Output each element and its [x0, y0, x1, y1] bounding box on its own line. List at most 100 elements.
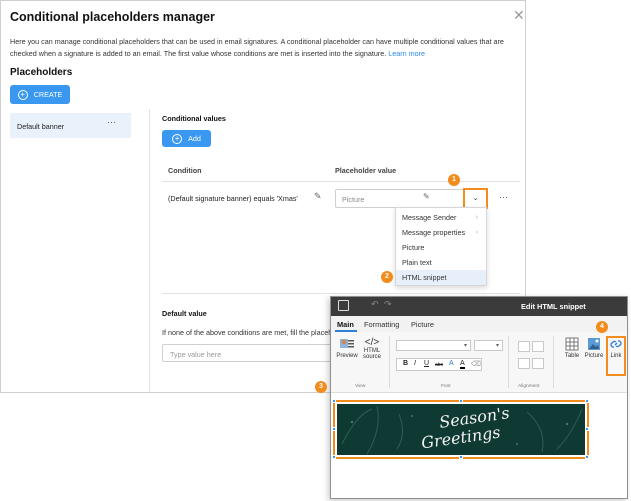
step-badge-3: 3: [315, 381, 327, 393]
menu-item-picture[interactable]: Picture: [396, 240, 486, 255]
value-type-menu: Message Sender › Message properties › Pi…: [395, 207, 487, 286]
picture-label: Picture: [584, 353, 604, 359]
picture-button[interactable]: Picture: [583, 337, 605, 359]
preview-button[interactable]: Preview: [335, 337, 359, 359]
ribbon-separator: [553, 336, 554, 388]
ribbon-separator: [389, 336, 390, 388]
font-size-select[interactable]: ▾: [474, 340, 503, 351]
step-badge-4: 4: [596, 321, 608, 333]
dialog-description: Here you can manage conditional placehol…: [10, 36, 520, 59]
header-divider: [162, 181, 520, 182]
resize-handle[interactable]: [585, 455, 589, 459]
step-badge-1: 1: [448, 174, 460, 186]
font-color-icon[interactable]: A: [460, 360, 465, 369]
tab-formatting[interactable]: Formatting: [364, 320, 399, 329]
font-family-select[interactable]: ▾: [396, 340, 471, 351]
step-badge-2: 2: [381, 271, 393, 283]
group-font-label: Font: [441, 384, 451, 389]
redo-icon[interactable]: ↷: [384, 299, 392, 310]
editor-title: Edit HTML snippet: [521, 302, 586, 311]
description-text: Here you can manage conditional placehol…: [10, 37, 504, 58]
sidebar-item-label: Default banner: [17, 122, 65, 131]
html-source-label: HTML source: [362, 348, 381, 360]
menu-item-html-snippet[interactable]: HTML snippet: [396, 270, 486, 285]
menu-item-plain-text[interactable]: Plain text: [396, 255, 486, 270]
create-button-label: CREATE: [33, 90, 63, 99]
picture-icon: [588, 338, 600, 350]
align-justify-icon[interactable]: [532, 358, 544, 369]
vertical-divider: [149, 109, 150, 394]
sidebar-item-default-banner[interactable]: Default banner ···: [10, 113, 131, 138]
resize-handle[interactable]: [332, 455, 336, 459]
editor-tabs: Main Formatting Picture: [331, 316, 627, 332]
chevron-right-icon: ›: [475, 214, 478, 221]
menu-item-message-properties[interactable]: Message properties ›: [396, 225, 486, 240]
tab-picture[interactable]: Picture: [411, 320, 434, 329]
resize-handle[interactable]: [332, 427, 336, 431]
more-options-icon[interactable]: ···: [107, 117, 116, 127]
text-highlight-icon[interactable]: A: [449, 360, 454, 367]
banner-selection-frame: Season's Greetings: [332, 399, 589, 459]
link-label: Link: [610, 353, 622, 359]
chevron-down-icon: ▾: [463, 343, 467, 349]
table-icon: [565, 337, 579, 351]
default-value-placeholder: Type value here: [170, 350, 222, 359]
conditional-values-heading: Conditional values: [162, 114, 226, 123]
menu-item-label: Picture: [402, 243, 425, 252]
learn-more-link[interactable]: Learn more: [388, 49, 425, 58]
default-value-heading: Default value: [162, 309, 207, 318]
value-type-dropdown[interactable]: ⌄: [463, 188, 488, 209]
ribbon-separator: [508, 336, 509, 388]
placeholders-heading: Placeholders: [10, 67, 73, 78]
resize-handle[interactable]: [332, 399, 336, 403]
bold-icon[interactable]: B: [403, 360, 408, 367]
group-view-label: View: [355, 384, 366, 389]
chevron-down-icon: ▾: [495, 343, 499, 349]
align-left-icon[interactable]: [518, 341, 530, 352]
link-icon: [610, 340, 622, 348]
menu-item-label: Message Sender: [402, 213, 457, 222]
chevron-down-icon: ⌄: [472, 195, 479, 202]
align-center-icon[interactable]: [532, 341, 544, 352]
placeholder-value-field[interactable]: Picture ✎: [335, 189, 466, 208]
code-icon: </>: [364, 337, 380, 348]
ribbon: Preview </> HTML source View ▾ ▾ B I U a…: [331, 332, 627, 393]
menu-item-label: Plain text: [402, 258, 432, 267]
resize-handle[interactable]: [459, 399, 463, 403]
editor-titlebar: ↶ ↷ Edit HTML snippet: [331, 297, 627, 316]
close-icon[interactable]: ✕: [513, 7, 525, 24]
tab-main[interactable]: Main: [337, 320, 354, 329]
html-source-button[interactable]: </> HTML source: [360, 337, 384, 360]
menu-item-label: HTML snippet: [402, 273, 447, 282]
link-button[interactable]: Link: [607, 337, 625, 359]
add-button[interactable]: + Add: [162, 130, 211, 147]
format-toolbar: B I U abc A A ⌫: [396, 358, 482, 371]
chevron-right-icon: ›: [475, 229, 478, 236]
clear-format-icon[interactable]: ⌫: [471, 360, 481, 368]
default-value-description: If none of the above conditions are met,…: [162, 328, 332, 337]
edit-value-icon[interactable]: ✎: [423, 192, 430, 201]
resize-handle[interactable]: [585, 399, 589, 403]
preview-icon: [340, 339, 354, 348]
align-right-icon[interactable]: [518, 358, 530, 369]
create-button[interactable]: + CREATE: [10, 85, 70, 104]
resize-handle[interactable]: [459, 455, 463, 459]
default-value-field[interactable]: Type value here: [162, 344, 332, 362]
table-button[interactable]: Table: [562, 337, 582, 359]
section-divider: [162, 293, 520, 294]
row-more-icon[interactable]: ···: [499, 192, 508, 202]
underline-icon[interactable]: U: [424, 360, 429, 367]
italic-icon[interactable]: I: [414, 360, 416, 367]
strikethrough-icon[interactable]: abc: [435, 362, 443, 368]
edit-condition-icon[interactable]: ✎: [314, 191, 322, 202]
save-icon[interactable]: [338, 300, 349, 311]
seasons-greetings-banner[interactable]: Season's Greetings: [337, 404, 585, 455]
plus-circle-icon: +: [172, 133, 183, 144]
menu-item-message-sender[interactable]: Message Sender ›: [396, 210, 486, 225]
placeholder-value-text: Picture: [342, 195, 365, 204]
menu-item-label: Message properties: [402, 228, 466, 237]
undo-icon[interactable]: ↶: [371, 299, 379, 310]
resize-handle[interactable]: [585, 427, 589, 431]
condition-column-header: Condition: [168, 166, 202, 175]
plus-circle-icon: +: [17, 89, 28, 100]
